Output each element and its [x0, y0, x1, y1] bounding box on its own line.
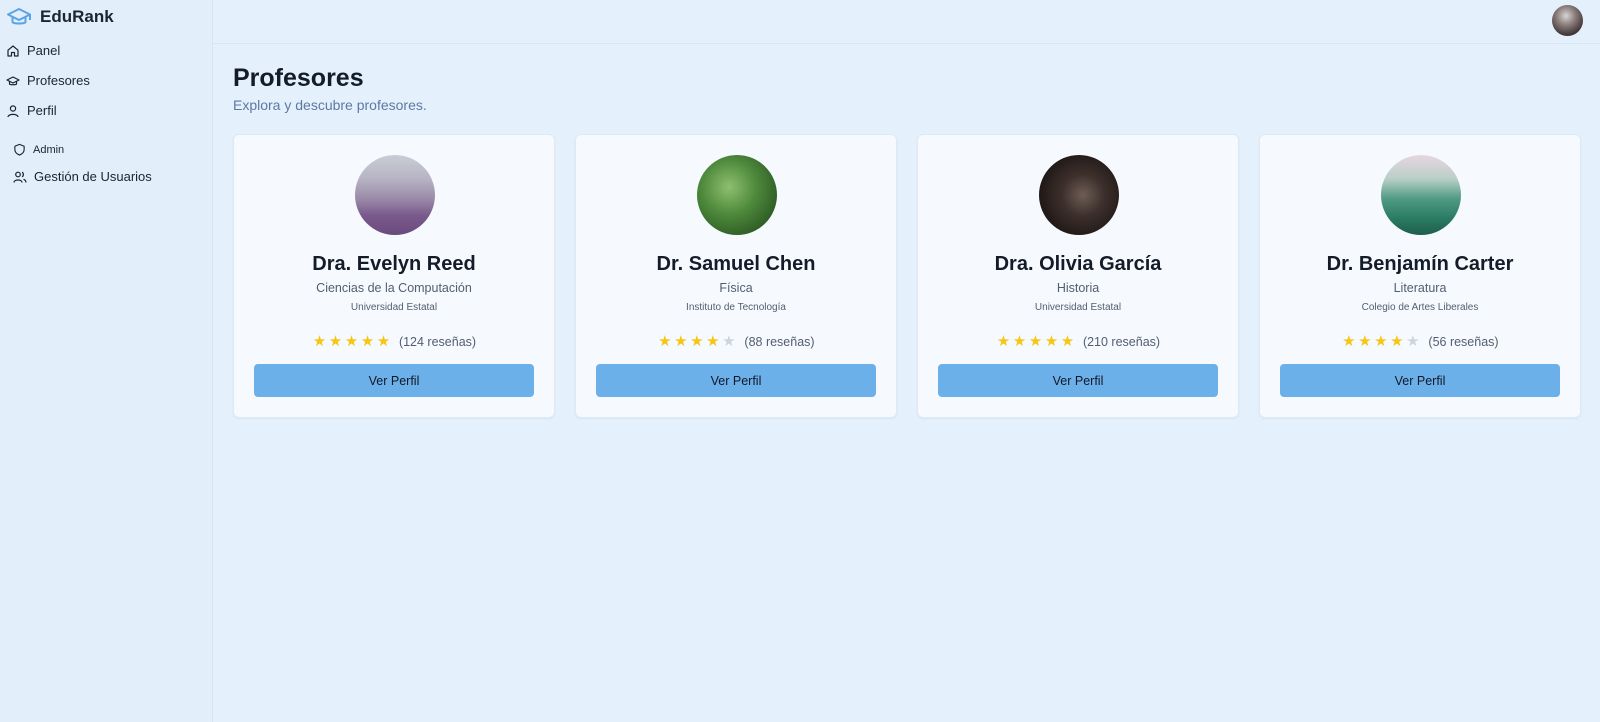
rating: ★ ★ ★ ★ ★ (210 reseñas)	[918, 334, 1238, 349]
star-filled-icon: ★	[1342, 333, 1356, 350]
rating: ★ ★ ★ ★ ★ (124 reseñas)	[234, 334, 554, 349]
brand-name: EduRank	[40, 7, 114, 26]
professor-department: Física	[719, 281, 753, 295]
top-bar	[213, 0, 1600, 44]
star-filled-icon: ★	[674, 333, 688, 350]
review-count: (210 reseñas)	[1082, 334, 1161, 349]
star-filled-icon: ★	[1374, 333, 1388, 350]
sidebar-item-gestion-usuarios[interactable]: Gestión de Usuarios	[13, 169, 152, 184]
sidebar-item-label: Panel	[27, 43, 61, 58]
star-empty-icon: ★	[1406, 333, 1420, 350]
star-filled-icon: ★	[1390, 333, 1404, 350]
sidebar-item-label: Profesores	[27, 73, 90, 88]
review-count: (124 reseñas)	[398, 334, 477, 349]
sidebar: EduRank Panel Profesores Perfil Admin Ge…	[0, 0, 213, 722]
star-empty-icon: ★	[722, 333, 736, 350]
professor-department: Historia	[1056, 281, 1100, 295]
users-icon	[13, 171, 27, 183]
ver-perfil-button[interactable]: Ver Perfil	[596, 364, 876, 397]
star-filled-icon: ★	[706, 333, 720, 350]
sidebar-item-perfil[interactable]: Perfil	[6, 103, 57, 118]
professor-name: Dra. Evelyn Reed	[312, 253, 476, 275]
professor-card: Dra. Olivia García Historia Universidad …	[917, 134, 1239, 418]
ver-perfil-button[interactable]: Ver Perfil	[938, 364, 1218, 397]
star-filled-icon: ★	[1044, 333, 1059, 350]
brand[interactable]: EduRank	[6, 6, 114, 28]
professor-photo	[1381, 155, 1461, 235]
professor-name: Dr. Samuel Chen	[656, 253, 816, 275]
rating: ★ ★ ★ ★ ★ (56 reseñas)	[1260, 334, 1580, 349]
graduation-cap-icon	[6, 75, 20, 85]
professor-institution: Universidad Estatal	[1034, 302, 1122, 313]
professor-institution: Instituto de Tecnología	[686, 302, 786, 313]
sidebar-item-panel[interactable]: Panel	[6, 43, 60, 58]
graduation-cap-icon	[7, 8, 31, 25]
page-subtitle: Explora y descubre profesores.	[233, 97, 427, 113]
user-avatar[interactable]	[1552, 5, 1583, 36]
rating: ★ ★ ★ ★ ★ (88 reseñas)	[576, 334, 896, 349]
professor-card: Dr. Samuel Chen Física Instituto de Tecn…	[575, 134, 897, 418]
star-filled-icon: ★	[312, 333, 327, 350]
professor-photo	[697, 155, 777, 235]
ver-perfil-button[interactable]: Ver Perfil	[1280, 364, 1560, 397]
star-filled-icon: ★	[1358, 333, 1372, 350]
professor-card: Dra. Evelyn Reed Ciencias de la Computac…	[233, 134, 555, 418]
review-count: (88 reseñas)	[744, 334, 815, 349]
review-count: (56 reseñas)	[1428, 334, 1499, 349]
sidebar-section-label: Admin	[33, 143, 65, 156]
professor-name: Dra. Olivia García	[994, 253, 1162, 275]
shield-icon	[14, 143, 25, 156]
home-icon	[7, 44, 19, 57]
sidebar-item-label: Gestión de Usuarios	[34, 169, 152, 184]
sidebar-item-label: Perfil	[27, 103, 57, 118]
user-icon	[7, 104, 19, 117]
professor-institution: Universidad Estatal	[350, 302, 438, 313]
sidebar-section-admin: Admin	[13, 143, 64, 156]
star-filled-icon: ★	[344, 333, 359, 350]
star-filled-icon: ★	[1028, 333, 1043, 350]
sidebar-item-profesores[interactable]: Profesores	[6, 73, 90, 88]
star-filled-icon: ★	[1012, 333, 1027, 350]
star-filled-icon: ★	[328, 333, 343, 350]
ver-perfil-button[interactable]: Ver Perfil	[254, 364, 534, 397]
star-filled-icon: ★	[1060, 333, 1075, 350]
star-filled-icon: ★	[360, 333, 375, 350]
professor-name: Dr. Benjamín Carter	[1326, 253, 1514, 275]
professor-card: Dr. Benjamín Carter Literatura Colegio d…	[1259, 134, 1581, 418]
star-filled-icon: ★	[376, 333, 391, 350]
professor-photo	[355, 155, 435, 235]
professor-department: Ciencias de la Computación	[316, 281, 472, 295]
star-filled-icon: ★	[996, 333, 1011, 350]
star-filled-icon: ★	[658, 333, 672, 350]
professor-institution: Colegio de Artes Liberales	[1361, 302, 1479, 313]
page-title: Profesores	[233, 64, 364, 92]
star-filled-icon: ★	[690, 333, 704, 350]
professor-photo	[1039, 155, 1119, 235]
professor-department: Literatura	[1393, 281, 1447, 295]
